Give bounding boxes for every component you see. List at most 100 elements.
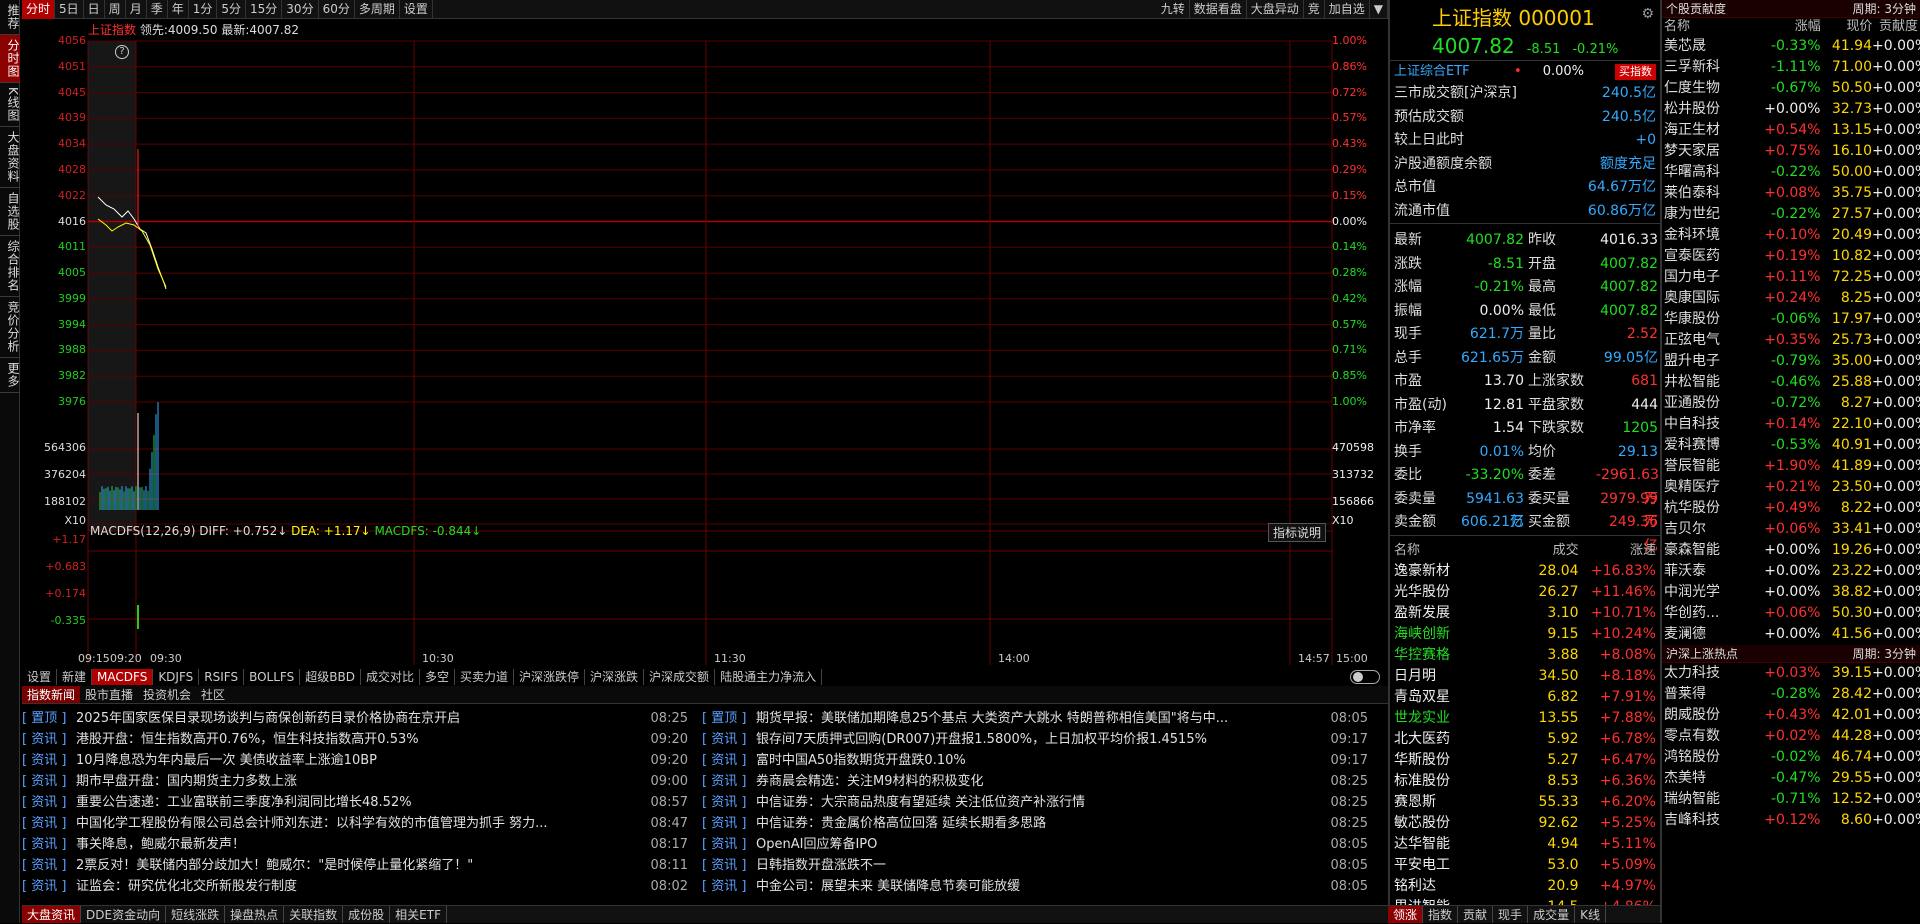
quote-tab-0[interactable]: 领涨 — [1388, 906, 1424, 923]
news-tab-2[interactable]: 投资机会 — [138, 686, 196, 703]
toggle-switch[interactable] — [1350, 670, 1380, 684]
bottom-tab-1[interactable]: DDE资金动向 — [81, 906, 167, 923]
side-tab-3[interactable]: 大盘资料 — [0, 127, 20, 188]
contribution-row-15[interactable]: 盟升电子 -0.79% 35.00+0.00% — [1662, 351, 1920, 372]
contribution-row-21[interactable]: 奥精医疗 +0.21% 23.50+0.00% — [1662, 477, 1920, 498]
period-tab-11[interactable]: 60分 — [319, 0, 355, 19]
mover-row-11[interactable]: 赛恩斯 55.33 +6.20% — [1390, 792, 1660, 813]
indicator-tab-6[interactable]: 超级BBD — [300, 669, 361, 685]
hot-row-0[interactable]: 太力科技 +0.03% 39.15+0.00% — [1662, 663, 1920, 684]
indicator-tab-5[interactable]: BOLLFS — [244, 669, 301, 685]
side-tab-5[interactable]: 综合排名 — [0, 236, 20, 297]
period-tab-3[interactable]: 周 — [105, 0, 126, 19]
news-left-row-5[interactable]: [ 资讯 ] 中国化学工程股份有限公司总会计师刘东进：以科学有效的市值管理为抓手 … — [22, 813, 694, 834]
contribution-row-23[interactable]: 吉贝尔 +0.06% 33.41+0.00% — [1662, 519, 1920, 540]
hot-row-7[interactable]: 吉峰科技 +0.12% 8.60+0.00% — [1662, 810, 1920, 831]
period-tab-2[interactable]: 日 — [84, 0, 105, 19]
side-tab-1[interactable]: 分时图 — [0, 35, 20, 83]
period-tab-9[interactable]: 15分 — [246, 0, 283, 19]
period-select-1[interactable]: 周期: 3分钟 — [1853, 0, 1917, 17]
quote-tab-1[interactable]: 指数 — [1423, 906, 1459, 923]
contribution-row-26[interactable]: 中润光学+0.00%38.82+0.00% — [1662, 582, 1920, 603]
contribution-row-17[interactable]: 亚通股份 -0.72% 8.27+0.00% — [1662, 393, 1920, 414]
mover-row-10[interactable]: 标准股份 8.53 +6.36% — [1390, 771, 1660, 792]
period-tab-5[interactable]: 季 — [147, 0, 168, 19]
contribution-row-27[interactable]: 华创药... +0.06% 50.30+0.00% — [1662, 603, 1920, 624]
mover-row-8[interactable]: 北大医药 5.92 +6.78% — [1390, 729, 1660, 750]
contribution-row-12[interactable]: 奥康国际 +0.24% 8.25+0.00% — [1662, 288, 1920, 309]
indicator-tab-2[interactable]: MACDFS — [92, 669, 154, 685]
period-tab-4[interactable]: 月 — [126, 0, 147, 19]
indicator-tab-9[interactable]: 买卖力道 — [455, 669, 515, 685]
period-tab-12[interactable]: 多周期 — [355, 0, 400, 19]
mover-row-9[interactable]: 华斯股份 5.27 +6.47% — [1390, 750, 1660, 771]
bottom-tab-6[interactable]: 相关ETF — [390, 906, 447, 923]
contribution-row-28[interactable]: 麦澜德+0.00%41.56+0.00% — [1662, 624, 1920, 645]
col-speed[interactable]: 涨速 — [1579, 541, 1656, 561]
col-name[interactable]: 名称 — [1394, 541, 1493, 561]
mover-row-4[interactable]: 华控赛格 3.88 +8.08% — [1390, 645, 1660, 666]
side-tab-6[interactable]: 竞价分析 — [0, 297, 20, 358]
indicator-help-button[interactable]: 指标说明 — [1268, 523, 1327, 542]
buy-index-button[interactable]: 买指数 — [1615, 64, 1656, 80]
news-right-row-8[interactable]: [ 资讯 ] 中金公司：展望未来 美联储降息节奏可能放缓 08:05 — [702, 876, 1374, 897]
contribution-row-11[interactable]: 国力电子 +0.11% 72.25+0.00% — [1662, 267, 1920, 288]
news-left-row-6[interactable]: [ 资讯 ] 事关降息，鲍威尔最新发声！ 08:17 — [22, 834, 694, 855]
contribution-row-22[interactable]: 杭华股份 +0.49% 8.22+0.00% — [1662, 498, 1920, 519]
period-tab-8[interactable]: 5分 — [217, 0, 247, 19]
contribution-row-20[interactable]: 誉辰智能 +1.90% 41.89+0.00% — [1662, 456, 1920, 477]
period-tab-6[interactable]: 年 — [168, 0, 189, 19]
toolbar-right-1[interactable]: 数据看盘 — [1190, 0, 1247, 19]
help-icon[interactable]: ? — [115, 45, 129, 59]
toolbar-right-5[interactable]: ▼ — [1370, 0, 1388, 19]
bottom-tab-5[interactable]: 成份股 — [343, 906, 391, 923]
hot-row-6[interactable]: 瑞纳智能 -0.71% 12.52+0.00% — [1662, 789, 1920, 810]
toolbar-right-4[interactable]: 加自选 — [1325, 0, 1370, 19]
indicator-tab-3[interactable]: KDJFS — [153, 669, 200, 685]
side-tab-0[interactable]: 推荐 — [0, 0, 20, 35]
mover-row-15[interactable]: 铭利达 20.9 +4.97% — [1390, 876, 1660, 897]
gear-icon[interactable]: ⚙ — [1641, 6, 1654, 22]
news-right-row-1[interactable]: [ 资讯 ] 银存间7天质押式回购(DR007)开盘报1.5800%，上日加权平均… — [702, 729, 1374, 750]
indicator-tab-10[interactable]: 沪深涨跌停 — [514, 669, 586, 685]
far-col-1[interactable]: 涨幅 — [1763, 18, 1821, 36]
period-tab-7[interactable]: 1分 — [189, 0, 218, 19]
news-right-row-4[interactable]: [ 资讯 ] 中信证券：大宗商品热度有望延续 关注低位资产补涨行情 08:25 — [702, 792, 1374, 813]
intraday-chart[interactable] — [22, 19, 1388, 665]
period-tab-13[interactable]: 设置 — [400, 0, 433, 19]
indicator-tab-8[interactable]: 多空 — [420, 669, 455, 685]
contribution-row-24[interactable]: 豪森智能+0.00%19.26+0.00% — [1662, 540, 1920, 561]
news-left-row-7[interactable]: [ 资讯 ] 2票反对！美联储内部分歧加大！鲍威尔："是时候停止量化紧缩了！" 08… — [22, 855, 694, 876]
contribution-row-13[interactable]: 华康股份 -0.06% 17.97+0.00% — [1662, 309, 1920, 330]
news-right-row-5[interactable]: [ 资讯 ] 中信证券：贵金属价格高位回落 延续长期看多思路 08:25 — [702, 813, 1374, 834]
mover-row-12[interactable]: 敏芯股份 92.62 +5.25% — [1390, 813, 1660, 834]
indicator-tab-1[interactable]: 新建 — [57, 669, 93, 685]
news-tab-1[interactable]: 股市直播 — [80, 686, 138, 703]
hot-row-4[interactable]: 鸿铭股份 -0.02% 46.74+0.00% — [1662, 747, 1920, 768]
news-left-row-3[interactable]: [ 资讯 ] 期市早盘开盘：国内期货主力多数上涨 09:00 — [22, 771, 694, 792]
indicator-tab-4[interactable]: RSIFS — [199, 669, 245, 685]
bottom-tab-2[interactable]: 短线涨跌 — [166, 906, 226, 923]
side-tab-7[interactable]: 更多 — [0, 358, 20, 393]
etf-name[interactable]: 上证综合ETF — [1394, 61, 1514, 82]
toolbar-right-3[interactable]: 竞 — [1304, 0, 1325, 19]
contribution-row-25[interactable]: 菲沃泰+0.00%23.22+0.00% — [1662, 561, 1920, 582]
hot-row-1[interactable]: 普莱得 -0.28% 28.42+0.00% — [1662, 684, 1920, 705]
contribution-row-14[interactable]: 正弦电气 +0.35% 25.73+0.00% — [1662, 330, 1920, 351]
contribution-row-18[interactable]: 中自科技 +0.14% 22.10+0.00% — [1662, 414, 1920, 435]
side-tab-2[interactable]: K线图 — [0, 83, 20, 127]
news-right-row-2[interactable]: [ 资讯 ] 富时中国A50指数期货开盘跌0.10% 09:17 — [702, 750, 1374, 771]
contribution-row-0[interactable]: 美芯晟 -0.33% 41.94+0.00% — [1662, 36, 1920, 57]
period-tab-10[interactable]: 30分 — [282, 0, 319, 19]
far-col-2[interactable]: 现价 — [1821, 18, 1872, 36]
news-right-row-7[interactable]: [ 资讯 ] 日韩指数开盘涨跌不一 08:05 — [702, 855, 1374, 876]
contribution-row-3[interactable]: 松井股份+0.00%32.73+0.00% — [1662, 99, 1920, 120]
news-right-row-6[interactable]: [ 资讯 ] OpenAI回应筹备IPO 08:05 — [702, 834, 1374, 855]
contribution-row-1[interactable]: 三孚新科 -1.11% 71.00+0.00% — [1662, 57, 1920, 78]
period-tab-1[interactable]: 5日 — [55, 0, 84, 19]
side-tab-4[interactable]: 自选股 — [0, 188, 20, 236]
news-tab-3[interactable]: 社区 — [196, 686, 230, 703]
mover-row-7[interactable]: 世龙实业 13.55 +7.88% — [1390, 708, 1660, 729]
toolbar-right-0[interactable]: 九转 — [1157, 0, 1190, 19]
contribution-row-6[interactable]: 华曙高科 -0.22% 50.00+0.00% — [1662, 162, 1920, 183]
